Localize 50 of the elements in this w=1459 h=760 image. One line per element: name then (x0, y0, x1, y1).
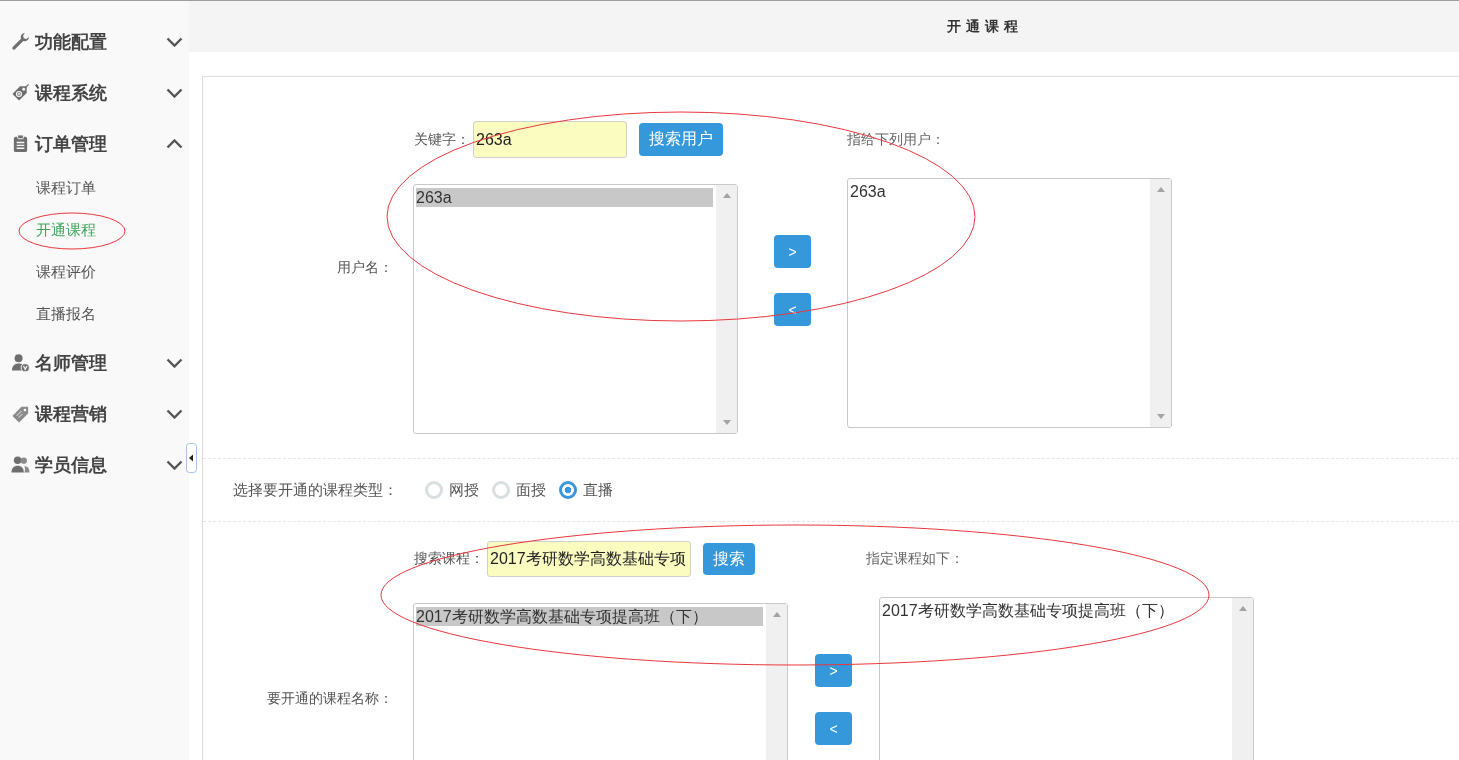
chevron-down-icon[interactable] (166, 408, 183, 419)
chevron-up-icon[interactable] (166, 138, 183, 149)
chevron-down-icon[interactable] (166, 357, 183, 368)
sidebar-item[interactable]: 直播报名 (36, 304, 96, 324)
scroll-up-icon[interactable] (722, 193, 731, 198)
sidebar-group-title[interactable]: 课程系统 (35, 80, 166, 105)
target-listbox[interactable]: 2017考研数学高数基础专项提高班（下） (879, 597, 1254, 760)
target-label: 指定课程如下： (866, 550, 964, 568)
user-badge-icon (11, 353, 30, 372)
sidebar-item[interactable]: 课程订单 (36, 178, 96, 198)
radio-label[interactable]: 面授 (516, 480, 546, 500)
field-label: 用户名： (337, 259, 393, 275)
tag-icon (11, 404, 30, 423)
search-label: 关键字： (414, 130, 470, 149)
scrollbar[interactable] (716, 185, 737, 433)
source-listbox[interactable]: 2017考研数学高数基础专项提高班（下） (413, 603, 788, 760)
sidebar-group-title[interactable]: 课程营销 (35, 401, 166, 426)
radio-button[interactable] (559, 481, 577, 499)
users-icon (11, 455, 30, 474)
radio-label[interactable]: 直播 (583, 480, 613, 500)
scroll-up-icon[interactable] (772, 612, 781, 617)
list-option[interactable]: 263a (850, 182, 1147, 201)
chevron-down-icon[interactable] (166, 459, 183, 470)
list-option[interactable]: 2017考研数学高数基础专项提高班（下） (416, 607, 763, 626)
field-label: 要开通的课程名称： (267, 690, 393, 706)
sidebar-group-title[interactable]: 订单管理 (35, 131, 166, 156)
sidebar-group-title[interactable]: 功能配置 (35, 29, 166, 54)
course-type-label: 选择要开通的课程类型： (232, 480, 399, 500)
scroll-down-icon[interactable] (722, 420, 731, 425)
list-option[interactable]: 263a (416, 188, 713, 207)
search-field[interactable]: 2017考研数学高数基础专项 (487, 541, 691, 577)
scrollbar[interactable] (1150, 179, 1171, 427)
sidebar-group-title[interactable]: 学员信息 (35, 452, 166, 477)
scroll-up-icon[interactable] (1156, 187, 1165, 192)
wrench-icon (11, 32, 30, 51)
chevron-down-icon[interactable] (166, 36, 183, 47)
source-listbox[interactable]: 263a (413, 184, 738, 434)
page-title: 开通课程 (947, 17, 1023, 36)
tag-icon (11, 83, 30, 102)
sidebar-group-title[interactable]: 名师管理 (35, 350, 166, 375)
scroll-up-icon[interactable] (1238, 606, 1247, 611)
chevron-down-icon[interactable] (166, 87, 183, 98)
list-option[interactable]: 2017考研数学高数基础专项提高班（下） (882, 601, 1229, 620)
radio-label[interactable]: 网授 (449, 480, 479, 500)
search-field[interactable]: 263a (473, 121, 627, 158)
target-listbox[interactable]: 263a (847, 178, 1172, 428)
sidebar-item[interactable]: 课程评价 (36, 262, 96, 282)
clipboard-icon (11, 134, 30, 153)
scroll-down-icon[interactable] (1156, 414, 1165, 419)
collapse-tab-icon[interactable] (186, 443, 197, 473)
